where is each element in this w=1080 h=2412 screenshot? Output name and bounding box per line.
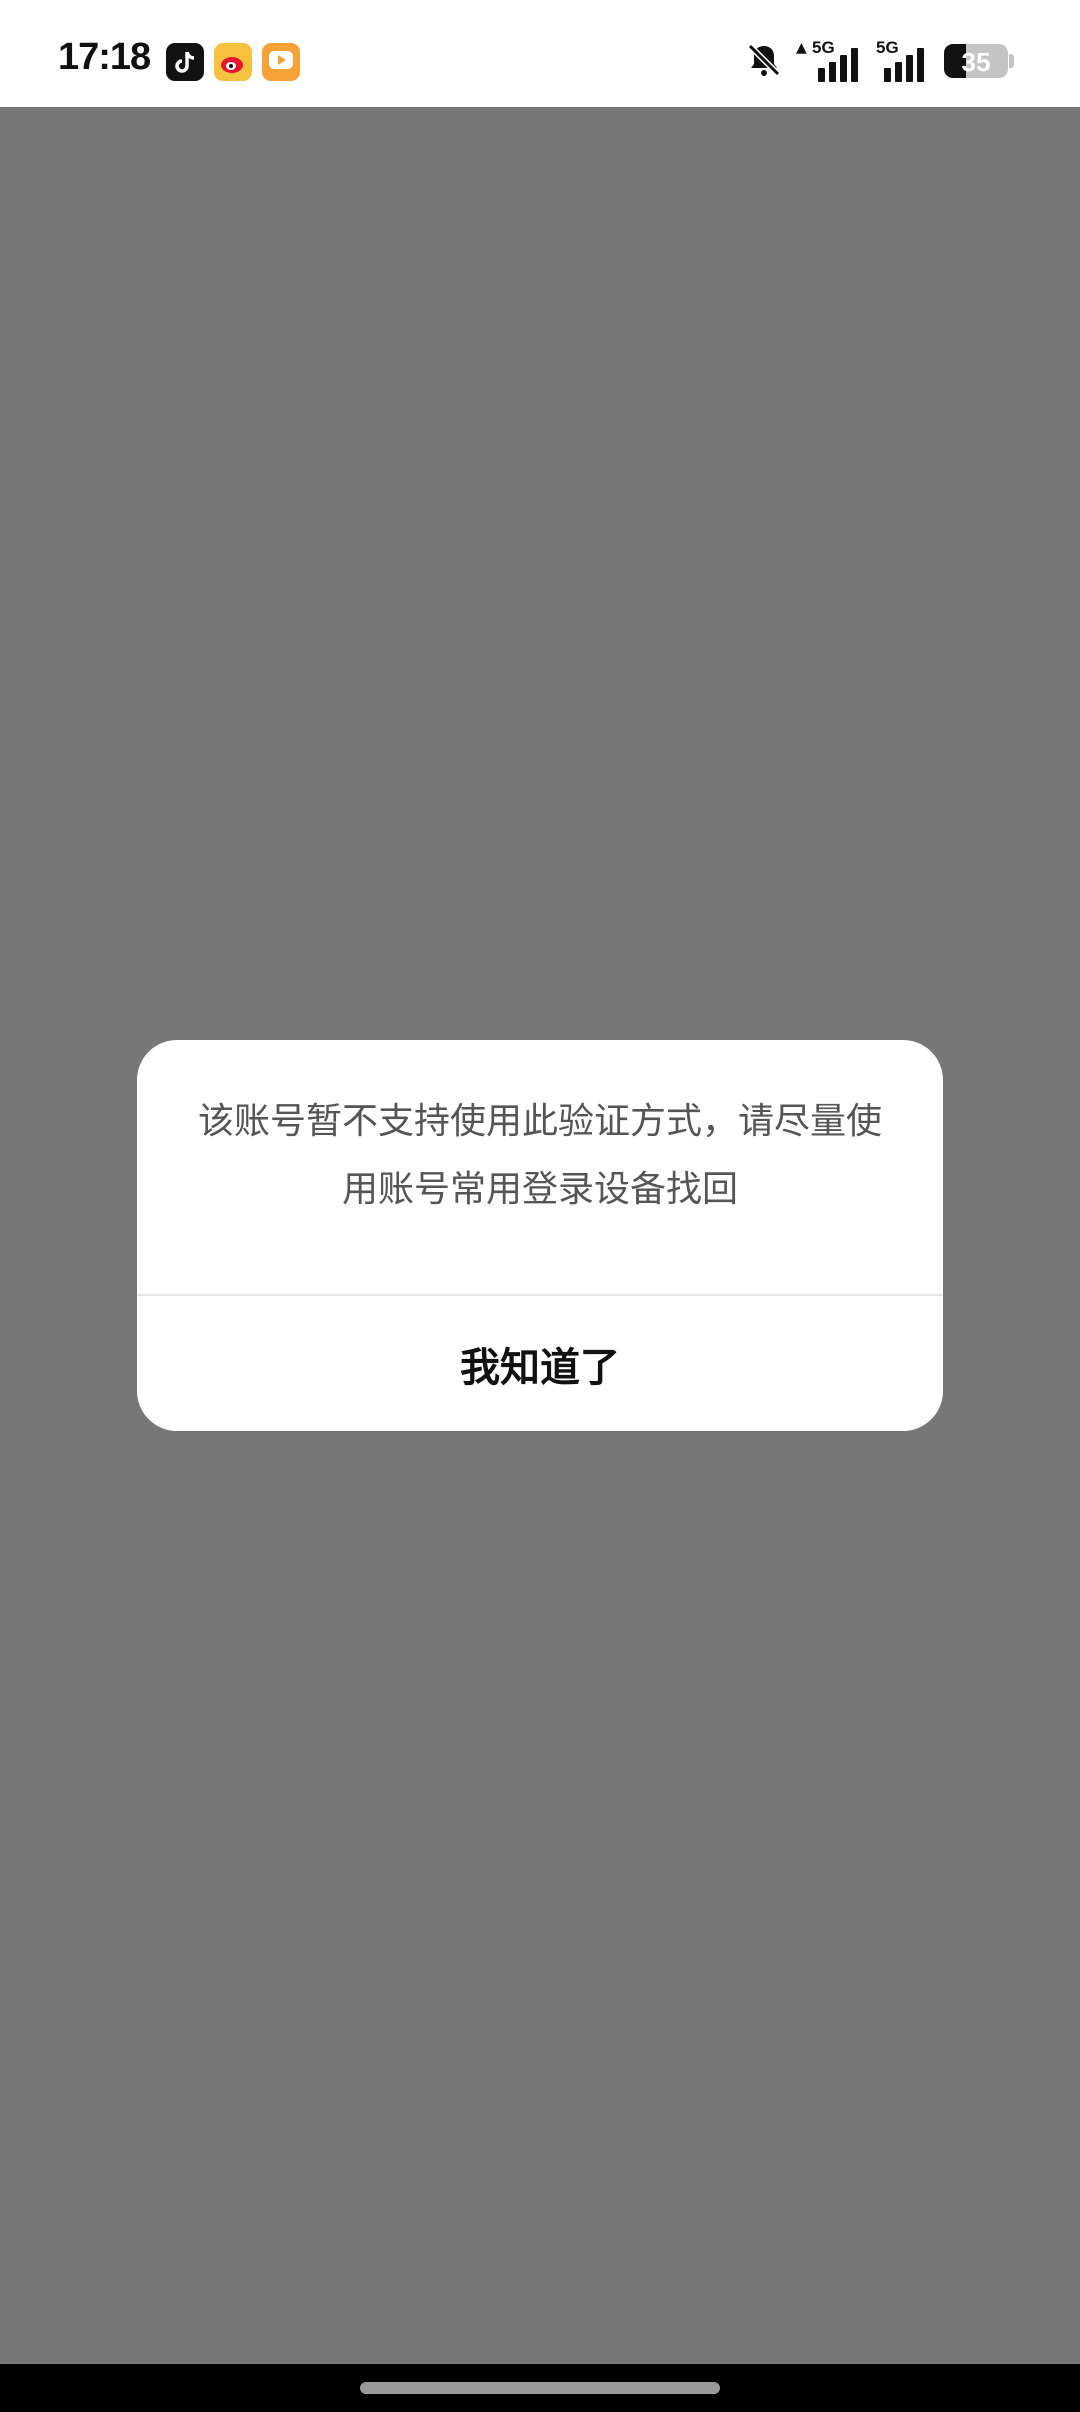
video-app-icon (262, 43, 300, 81)
alert-dialog: 该账号暂不支持使用此验证方式，请尽量使用账号常用登录设备找回 我知道了 (137, 1040, 943, 1431)
signal-bar (884, 68, 891, 82)
navigation-bar (0, 2364, 1080, 2412)
confirm-button[interactable]: 我知道了 (137, 1296, 943, 1431)
signal-bar (829, 62, 836, 82)
signal-bar (906, 55, 913, 82)
home-indicator[interactable] (360, 2382, 720, 2394)
signal-bar (895, 62, 902, 82)
signal-1: ▲ 5G (796, 38, 864, 82)
tiktok-icon (166, 43, 204, 81)
signal-2: 5G (876, 38, 932, 82)
battery-level: 35 (961, 47, 991, 77)
signal-1-label: 5G (812, 38, 835, 57)
clock: 17:18 (58, 36, 151, 78)
data-arrow-icon: ▲ (796, 40, 807, 56)
signal-2-label: 5G (876, 38, 899, 57)
signal-bar (818, 68, 825, 82)
signal-bar (851, 48, 858, 82)
signal-bar (840, 55, 847, 82)
mute-icon (744, 40, 784, 80)
signal-bar (917, 48, 924, 82)
weibo-icon (214, 43, 252, 81)
battery-tip (1009, 54, 1014, 68)
battery-icon: 35 (944, 44, 1008, 78)
status-bar: 17:18 ▲ 5G 5G 35 (0, 0, 1080, 107)
dialog-message: 该账号暂不支持使用此验证方式，请尽量使用账号常用登录设备找回 (197, 1101, 882, 1210)
